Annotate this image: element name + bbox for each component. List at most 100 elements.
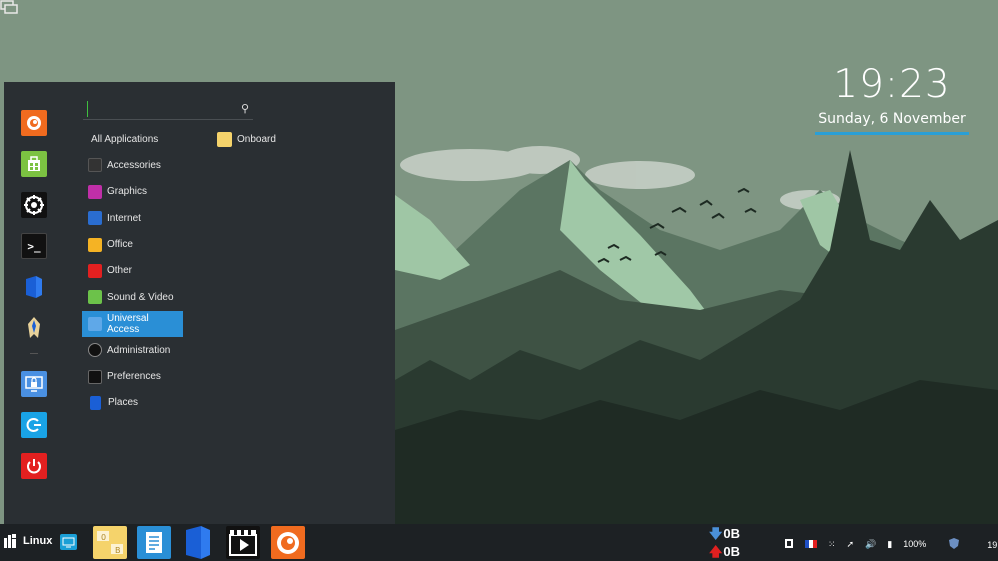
category-label: Office [107, 239, 133, 251]
net-up-value: 0B [723, 544, 740, 559]
category-internet[interactable]: Internet [82, 205, 212, 231]
accessories-icon [88, 158, 102, 173]
firefox-icon [277, 532, 299, 554]
task-firefox[interactable] [271, 526, 305, 559]
taskbar: Linux 0B 🡇0B 🡅0B ⁙ ➚ 🔊 ▮100% 19:23 [0, 524, 998, 561]
favorite-terminal[interactable]: >_ [21, 233, 47, 259]
task-video-player[interactable] [226, 526, 260, 559]
start-menu-button[interactable]: Linux [4, 534, 52, 548]
battery-icon: ▮ [887, 539, 893, 549]
application-menu: >_ ⚲ All Applications Accessories Graphi… [4, 82, 395, 524]
clipboard-icon[interactable] [784, 538, 794, 551]
power-icon [27, 459, 41, 474]
session-shutdown[interactable] [21, 453, 47, 479]
category-label: Sound & Video [107, 291, 174, 303]
category-label: Accessories [107, 159, 161, 171]
net-down-value: 0B [723, 526, 740, 541]
graphics-icon [88, 184, 102, 199]
terminal-icon: >_ [27, 239, 41, 253]
category-graphics[interactable]: Graphics [82, 179, 212, 205]
task-onboard[interactable]: 0B [93, 526, 127, 559]
favorite-inkscape[interactable] [21, 315, 47, 341]
task-files[interactable] [181, 526, 215, 559]
net-upload: 🡅0B [709, 543, 740, 561]
places-icon [90, 395, 101, 410]
category-administration[interactable]: Administration [82, 337, 212, 363]
office-icon [88, 237, 102, 252]
volume-icon[interactable]: 🔊 [865, 539, 876, 550]
panel-clock[interactable]: 19:23 [987, 540, 998, 550]
category-universal-access[interactable]: Universal Access [82, 310, 183, 337]
favorite-files[interactable] [21, 274, 47, 300]
category-other[interactable]: Other [82, 258, 212, 284]
svg-text:B: B [115, 546, 121, 555]
favorite-software-center[interactable] [21, 151, 47, 177]
category-label: Administration [107, 344, 171, 356]
keyboard-icon [217, 131, 232, 147]
firefox-icon [27, 116, 41, 130]
keyboard-icon: 0B [97, 531, 123, 555]
keyboard-layout-flag-icon[interactable] [805, 539, 817, 550]
accessibility-icon [88, 316, 102, 331]
session-lock-screen[interactable] [21, 371, 47, 397]
favorites-separator [30, 353, 38, 354]
folder-icon [26, 276, 42, 298]
search-input[interactable] [87, 101, 227, 117]
favorite-settings[interactable] [21, 192, 47, 218]
category-list: All Applications Accessories Graphics In… [82, 126, 212, 416]
preferences-icon [88, 369, 102, 384]
menu-search: ⚲ [83, 99, 253, 120]
windows-icon[interactable] [0, 0, 18, 14]
settings-icon [24, 195, 44, 215]
app-label: Onboard [237, 133, 276, 145]
logout-icon [26, 418, 41, 432]
category-label: Places [108, 397, 139, 409]
category-label: Preferences [107, 371, 161, 383]
category-label: Internet [107, 212, 141, 224]
pen-icon [28, 317, 40, 338]
svg-text:0: 0 [101, 533, 106, 542]
clapperboard-icon [229, 530, 257, 556]
application-list: Onboard [217, 126, 276, 152]
session-logout[interactable] [21, 412, 47, 438]
net-download: 🡇0B [709, 525, 740, 543]
bluetooth-icon[interactable]: ⁙ [828, 539, 836, 550]
system-tray: ⁙ ➚ 🔊 ▮ 100% 19:23 [784, 537, 998, 552]
internet-icon [88, 211, 102, 226]
sound-video-icon [88, 290, 102, 305]
download-arrow-icon: 🡇 [709, 526, 723, 541]
search-icon[interactable]: ⚲ [241, 102, 249, 115]
favorite-firefox[interactable] [21, 110, 47, 136]
category-office[interactable]: Office [82, 232, 212, 258]
category-places[interactable]: Places [82, 390, 212, 416]
lock-icon [25, 376, 43, 392]
category-label: Universal Access [107, 312, 149, 335]
category-label: Graphics [107, 186, 148, 198]
favorites-column: >_ [21, 110, 49, 494]
clock-date: Sunday, 6 November [815, 111, 969, 135]
start-logo-icon [4, 534, 16, 548]
network-monitor: 🡇0B 🡅0B [709, 525, 740, 561]
task-show-desktop[interactable] [60, 534, 77, 550]
category-accessories[interactable]: Accessories [82, 152, 212, 178]
task-text-editor[interactable] [137, 526, 171, 559]
folder-icon [186, 526, 210, 559]
upload-arrow-icon: 🡅 [709, 544, 723, 559]
category-label: Other [107, 265, 133, 277]
app-onboard[interactable]: Onboard [217, 126, 276, 152]
category-label: All Applications [91, 133, 159, 145]
battery-status[interactable]: ▮ 100% [887, 539, 937, 550]
battery-level: 100% [903, 539, 927, 549]
category-all-applications[interactable]: All Applications [82, 126, 212, 152]
start-label: Linux [23, 535, 53, 547]
other-icon [88, 263, 102, 278]
shield-icon[interactable] [948, 537, 960, 552]
document-icon [146, 532, 162, 553]
clock-time: 19:23 [833, 62, 951, 107]
category-preferences[interactable]: Preferences [82, 364, 212, 390]
administration-icon [88, 343, 102, 358]
package-icon [28, 156, 40, 171]
network-icon[interactable]: ➚ [847, 539, 855, 550]
category-sound-video[interactable]: Sound & Video [82, 284, 212, 310]
desktop-icon [62, 537, 75, 548]
